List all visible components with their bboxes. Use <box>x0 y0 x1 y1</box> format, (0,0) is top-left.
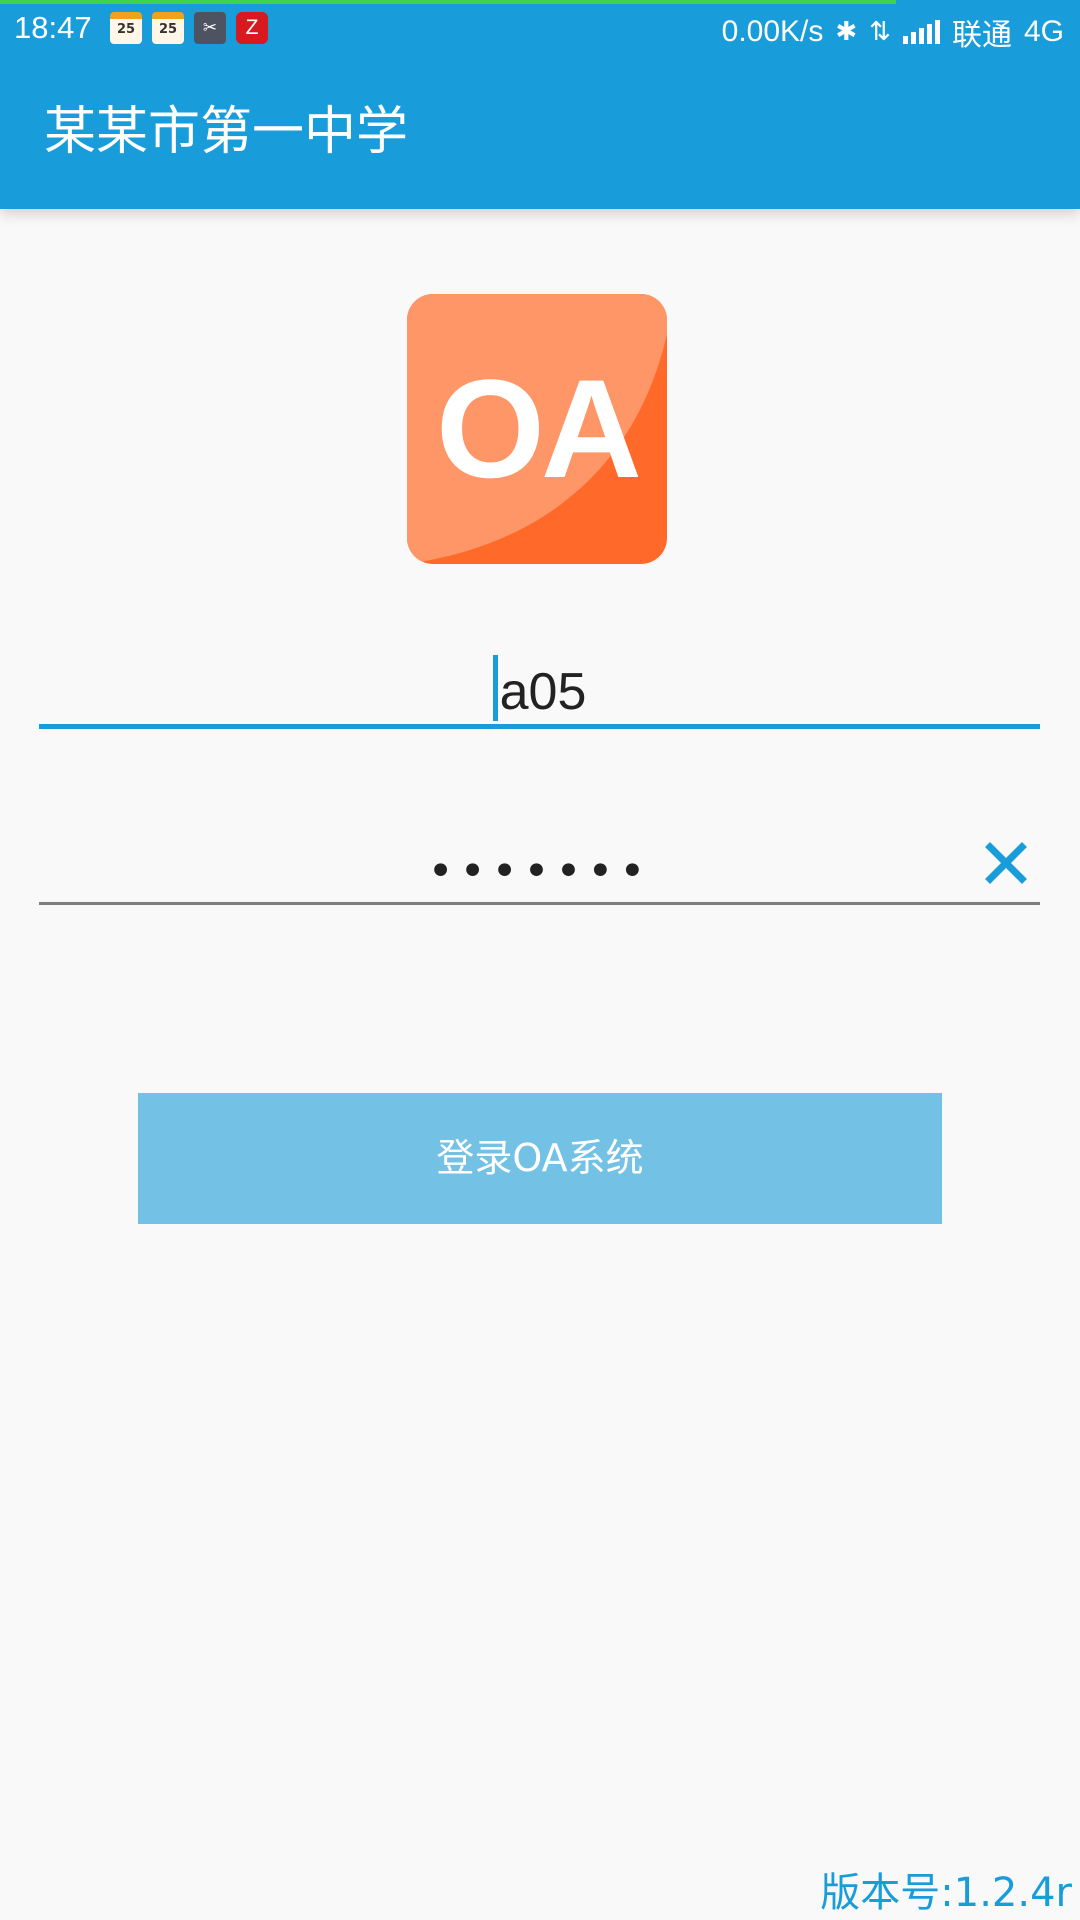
text-cursor <box>492 655 498 721</box>
alarm-app-icon: Z <box>236 12 268 44</box>
oa-logo: OA <box>407 294 667 564</box>
close-icon[interactable] <box>984 841 1028 885</box>
network-speed: 0.00K/s <box>721 15 824 48</box>
login-button[interactable]: 登录OA系统 <box>138 1093 942 1224</box>
username-input[interactable]: a05 <box>39 655 1040 722</box>
calendar-icon: 25 <box>152 12 184 44</box>
version-label: 版本号:1.2.4r <box>820 1870 1072 1916</box>
username-value: a05 <box>499 663 587 721</box>
username-field[interactable]: a05 <box>39 635 1040 729</box>
status-bar: 18:47 25 25 ✂ Z 0.00K/s ✱ ⇅ 联通 4G <box>0 0 1080 56</box>
signal-icon <box>902 20 940 44</box>
bluetooth-icon: ✱ <box>835 17 858 47</box>
app-notification-icon: ✂ <box>194 12 226 44</box>
data-transfer-icon: ⇅ <box>869 17 891 47</box>
calendar-icon: 25 <box>110 12 142 44</box>
app-header: 18:47 25 25 ✂ Z 0.00K/s ✱ ⇅ 联通 4G 某某市第一中… <box>0 0 1080 209</box>
carrier-name: 联通 <box>951 19 1012 52</box>
status-indicators: 0.00K/s ✱ ⇅ 联通 4G <box>722 10 1064 54</box>
page-title: 某某市第一中学 <box>44 102 409 162</box>
password-input[interactable]: ••••••• <box>39 846 1040 897</box>
network-type: 4G <box>1023 15 1064 48</box>
password-field[interactable]: ••••••• <box>39 820 1040 905</box>
status-time: 18:47 <box>14 10 92 45</box>
logo-text: OA <box>436 350 642 507</box>
